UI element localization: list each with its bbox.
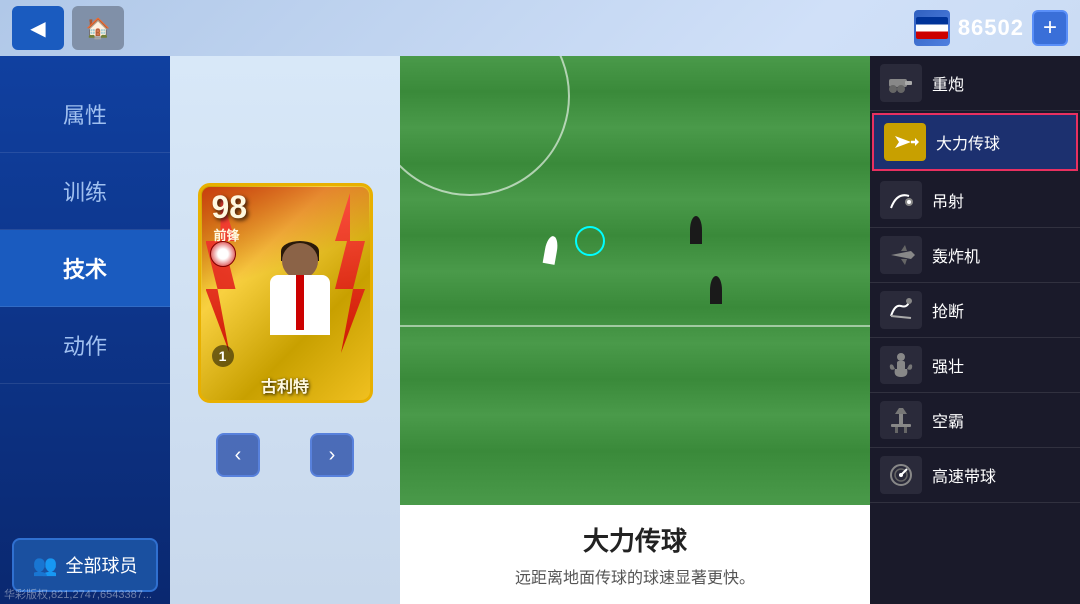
player-figure-1 (543, 235, 560, 265)
bomber-label: 轰炸机 (932, 243, 980, 267)
skill-item-chip-shot[interactable]: 吊射 (870, 173, 1080, 228)
pitch-horizontal-line (400, 325, 870, 327)
cannon-shot-icon (880, 64, 922, 102)
currency-amount: 86502 (958, 15, 1024, 41)
prev-player-button[interactable]: ‹ (216, 433, 260, 477)
skill-item-power-pass[interactable]: 大力传球 (872, 113, 1078, 171)
sidebar-item-attributes[interactable]: 属性 (0, 76, 170, 153)
cannon-shot-label: 重炮 (932, 71, 964, 95)
skill-info: 大力传球 远距离地面传球的球速显著更快。 (400, 505, 870, 604)
skill-item-speed-dribble[interactable]: 高速带球 (870, 448, 1080, 503)
bomber-icon (880, 236, 922, 274)
tackle-label: 抢断 (932, 298, 964, 322)
speed-dribble-label: 高速带球 (932, 463, 996, 487)
power-pass-icon (884, 123, 926, 161)
skill-title: 大力传球 (420, 521, 850, 558)
player-image (228, 213, 373, 373)
player-shirt-stripe (296, 275, 304, 330)
chip-shot-label: 吊射 (932, 188, 964, 212)
sidebar-item-actions[interactable]: 动作 (0, 307, 170, 384)
air-duel-label: 空霸 (932, 408, 964, 432)
air-duel-icon (880, 401, 922, 439)
sidebar-item-skills[interactable]: 技术 (0, 230, 170, 307)
chip-shot-icon (880, 181, 922, 219)
sidebar-item-training[interactable]: 训练 (0, 153, 170, 230)
skill-item-tackle[interactable]: 抢断 (870, 283, 1080, 338)
card-rating: 98 (212, 191, 248, 223)
watermark: 华彩版权,821,2747,6543387... (4, 586, 152, 602)
skill-item-strong[interactable]: 强壮 (870, 338, 1080, 393)
speed-dribble-icon (880, 456, 922, 494)
skill-item-air-duel[interactable]: 空霸 (870, 393, 1080, 448)
power-pass-label: 大力传球 (936, 130, 1000, 154)
target-circle (575, 226, 605, 256)
player-card: 98 前锋 1 古利特 (198, 183, 373, 403)
top-bar-right: 86502 + (914, 10, 1068, 46)
skill-description: 远距离地面传球的球速显著更快。 (420, 564, 850, 588)
player-figure-2 (690, 216, 702, 244)
strong-label: 强壮 (932, 353, 964, 377)
player-figure-3 (710, 276, 722, 304)
currency-icon (914, 10, 950, 46)
skill-item-bomber[interactable]: 轰炸机 (870, 228, 1080, 283)
player-area: 98 前锋 1 古利特 ‹ › (170, 56, 400, 604)
sidebar: 属性 训练 技术 动作 👥 全部球员 华彩版权,821,2747,6543387… (0, 56, 170, 604)
player-silhouette (245, 243, 355, 373)
pitch-arc-line (400, 56, 570, 196)
skill-list: 重炮 大力传球 吊射 轰炸机 (870, 56, 1080, 604)
add-currency-button[interactable]: + (1032, 10, 1068, 46)
home-button[interactable]: 🏠 (72, 6, 124, 50)
next-player-button[interactable]: › (310, 433, 354, 477)
skill-item-cannon-shot[interactable]: 重炮 (870, 56, 1080, 111)
player-head (282, 243, 318, 279)
all-players-label: 全部球员 (65, 552, 137, 578)
sidebar-bottom: 👥 全部球员 华彩版权,821,2747,6543387... (0, 526, 170, 604)
back-button[interactable]: ◀ (12, 6, 64, 50)
pitch (400, 56, 870, 505)
nav-arrows: ‹ › (216, 433, 354, 477)
card-number: 1 (212, 345, 234, 367)
top-bar: ◀ 🏠 86502 + (0, 0, 1080, 56)
flag-icon (916, 17, 948, 39)
strong-icon (880, 346, 922, 384)
skill-preview-area (400, 56, 870, 505)
main-content: 大力传球 远距离地面传球的球速显著更快。 (400, 56, 870, 604)
all-players-button[interactable]: 👥 全部球员 (12, 538, 158, 592)
card-player-name: 古利特 (198, 373, 373, 397)
top-bar-left: ◀ 🏠 (12, 6, 124, 50)
card-club-badge (210, 241, 236, 267)
tackle-icon (880, 291, 922, 329)
players-icon: 👥 (33, 553, 58, 578)
